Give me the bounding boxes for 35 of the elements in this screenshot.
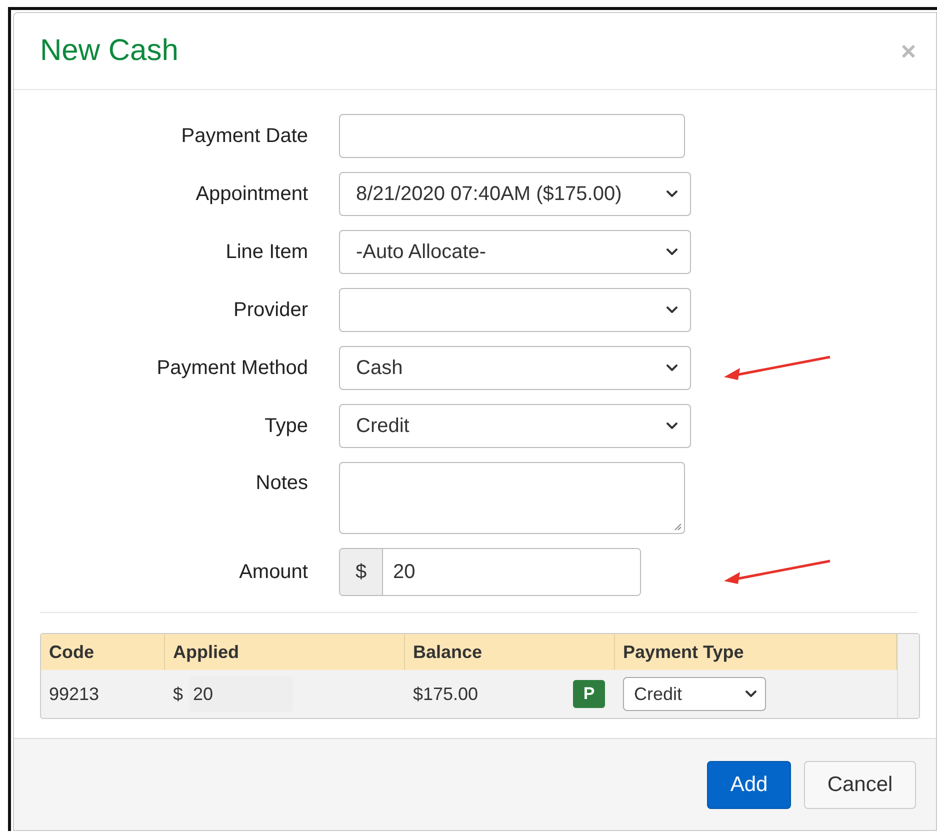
dropdown[interactable]: 8/21/2020 07:40AM ($175.00): [339, 172, 691, 216]
dropdown[interactable]: -Auto Allocate-: [339, 230, 691, 274]
dropdown[interactable]: Cash: [339, 346, 691, 390]
table-cell: $175.00: [413, 684, 478, 704]
dropdown[interactable]: [339, 288, 691, 332]
field-label: Provider: [232, 298, 308, 322]
chevron-icon: [666, 306, 678, 314]
column-header: Code: [41, 634, 165, 670]
field-label: Type: [264, 414, 308, 438]
chevron-icon: [666, 422, 678, 430]
text-field[interactable]: [339, 114, 685, 158]
payment-type-dropdown[interactable]: Credit: [623, 677, 766, 711]
field-label: Line Item: [224, 240, 308, 264]
cancel-button[interactable]: Cancel: [804, 760, 916, 808]
field-label: Amount: [238, 560, 308, 584]
chevron-icon: [666, 364, 678, 372]
dialog-title: New Cash: [40, 34, 178, 68]
currency-symbol: $: [173, 684, 184, 704]
resize-grip-icon: [672, 521, 682, 531]
field-label: Payment Method: [156, 356, 308, 380]
notes-field[interactable]: [339, 462, 685, 534]
column-header: Applied: [165, 634, 405, 670]
column-header: Payment Type: [615, 634, 897, 670]
applied-field[interactable]: 20: [189, 676, 294, 712]
add-button[interactable]: Add: [707, 760, 791, 808]
status-badge: P: [573, 680, 605, 708]
field-label: Payment Date: [180, 124, 308, 148]
dropdown[interactable]: Credit: [339, 404, 691, 448]
field-label: Appointment: [194, 182, 308, 206]
chevron-icon: [666, 248, 678, 256]
chevron-icon: [745, 690, 757, 698]
column-header: Balance: [405, 634, 615, 670]
field-label: Notes: [254, 471, 308, 495]
table-cell-text: 99213: [48, 682, 100, 706]
chevron-icon: [666, 190, 678, 198]
